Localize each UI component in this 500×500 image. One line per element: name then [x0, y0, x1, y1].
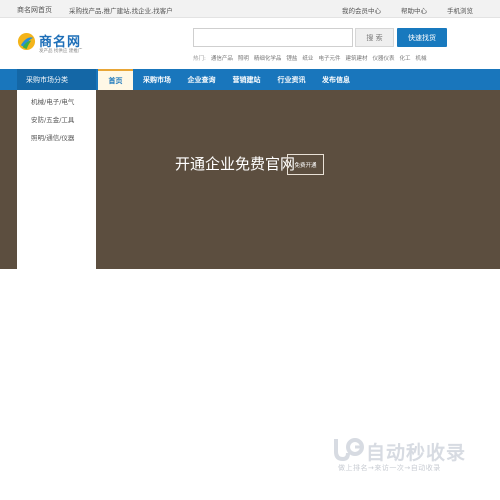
hot-label: 热门: [193, 56, 206, 62]
search-input[interactable] [193, 28, 353, 47]
hot-keyword[interactable]: 精细化学品 [254, 54, 282, 62]
banner-headline: 开通企业免费官网 [175, 155, 296, 173]
category-item[interactable]: 安防/五金/工具 [17, 110, 96, 128]
nav-industry-news[interactable]: 行业资讯 [269, 69, 314, 90]
logo-mark-icon [17, 32, 36, 51]
home-link[interactable]: 商名网首页 [17, 5, 52, 15]
top-links: 我的会员中心 帮助中心 手机浏览 [342, 5, 473, 15]
watermark: 自动秒收录 做上排名→来访一次→自动收录 [330, 437, 485, 482]
watermark-sub: 做上排名→来访一次→自动收录 [338, 464, 441, 472]
site-slogan: 采购找产品,推广建站,找企业,找客户 [69, 7, 173, 15]
hot-keyword[interactable]: 建筑建材 [345, 54, 367, 62]
category-header[interactable]: 采购市场分类 [17, 69, 96, 90]
category-item[interactable]: 照明/通信/仪器 [17, 128, 96, 146]
nav-home[interactable]: 首页 [98, 69, 133, 90]
member-center-link[interactable]: 我的会员中心 [342, 5, 381, 15]
hot-keyword[interactable]: 电子元件 [318, 54, 340, 62]
hot-keyword[interactable]: 锂盐 [286, 54, 297, 62]
nav-purchase-market[interactable]: 采购市场 [135, 69, 179, 90]
search-button[interactable]: 搜 索 [355, 28, 394, 47]
watermark-main: 自动秒收录 [366, 442, 467, 464]
hot-keywords: 热门: 通信产品 照明 精细化学品 锂盐 纸业 电子元件 建筑建材 仪器仪表 化… [193, 54, 427, 62]
site-logo[interactable]: 商名网 发产品 找供应 建推广 [17, 31, 97, 57]
nav-company-search[interactable]: 企业查询 [179, 69, 224, 90]
quick-find-button[interactable]: 快速找货 [397, 28, 447, 47]
help-center-link[interactable]: 帮助中心 [401, 5, 427, 15]
hot-keyword[interactable]: 照明 [238, 54, 249, 62]
nav-publish-info[interactable]: 发布信息 [314, 69, 358, 90]
hot-keyword[interactable]: 通信产品 [211, 54, 233, 62]
free-open-button[interactable]: 免费开通 [287, 154, 324, 175]
top-utility-bar: 商名网首页 采购找产品,推广建站,找企业,找客户 我的会员中心 帮助中心 手机浏… [0, 0, 500, 18]
logo-tagline: 发产品 找供应 建推广 [39, 49, 83, 54]
mobile-view-link[interactable]: 手机浏览 [447, 5, 473, 15]
nav-marketing-site[interactable]: 营销建站 [224, 69, 269, 90]
category-sidebar: 机械/电子/电气 安防/五金/工具 照明/通信/仪器 [17, 90, 96, 269]
watermark-logo-icon [334, 438, 364, 462]
main-nav: 首页 采购市场 企业查询 营销建站 行业资讯 发布信息 [98, 69, 358, 90]
hot-keyword[interactable]: 化工 [399, 54, 410, 62]
hot-keyword[interactable]: 机械 [416, 54, 427, 62]
hot-keyword[interactable]: 纸业 [302, 54, 313, 62]
hot-keyword[interactable]: 仪器仪表 [372, 54, 394, 62]
category-item[interactable]: 机械/电子/电气 [17, 92, 96, 110]
